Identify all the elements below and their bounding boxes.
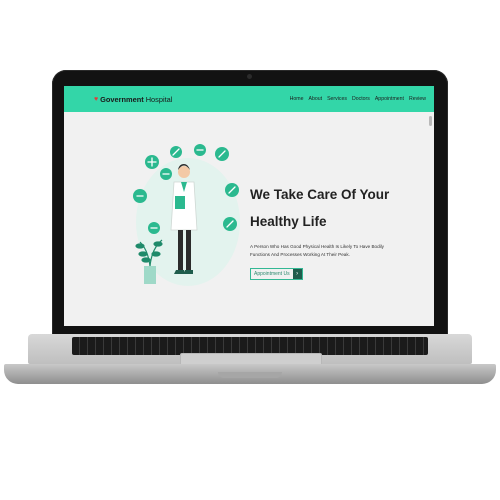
hero-description: A Person Who Has Good Physical Health Is… [250,243,420,259]
brand-name-bold: Government [100,94,144,104]
laptop-screen: ♥ Government Hospital Home About Service… [64,86,434,326]
doctor-illustration [133,144,240,286]
hero-description-line1: A Person Who Has Good Physical Health Is… [250,244,384,249]
lid-notch [218,372,282,378]
hero-section: We Take Care Of Your Healthy Life A Pers… [250,181,420,280]
appointment-button[interactable]: Appointment Us › [250,268,303,280]
chevron-right-icon: › [292,269,302,279]
hero-title: We Take Care Of Your Healthy Life [250,181,420,235]
laptop-keyboard-deck [28,334,472,369]
nav-link-home[interactable]: Home [290,96,304,102]
nav-link-about[interactable]: About [309,96,323,102]
appointment-button-label: Appointment Us [254,271,290,277]
nav-link-services[interactable]: Services [327,96,347,102]
webcam [247,74,252,79]
nav-links: Home About Services Doctors Appointment … [290,96,426,102]
scrollbar-thumb[interactable] [429,116,432,126]
brand-logo[interactable]: ♥ Government Hospital [94,95,172,104]
navbar: ♥ Government Hospital Home About Service… [64,86,434,112]
nav-link-doctors[interactable]: Doctors [352,96,370,102]
hero-description-line2: Functions And Processes Working At Their… [250,252,350,257]
nav-link-appointment[interactable]: Appointment [375,96,404,102]
hero-title-line1: We Take Care Of Your [250,187,390,202]
laptop-lid: ♥ Government Hospital Home About Service… [52,70,448,340]
nav-link-review[interactable]: Review [409,96,426,102]
hero-title-line2: Healthy Life [250,214,327,229]
laptop-base [4,364,496,384]
heart-icon: ♥ [94,95,99,103]
brand-name-light: Hospital [145,94,173,104]
